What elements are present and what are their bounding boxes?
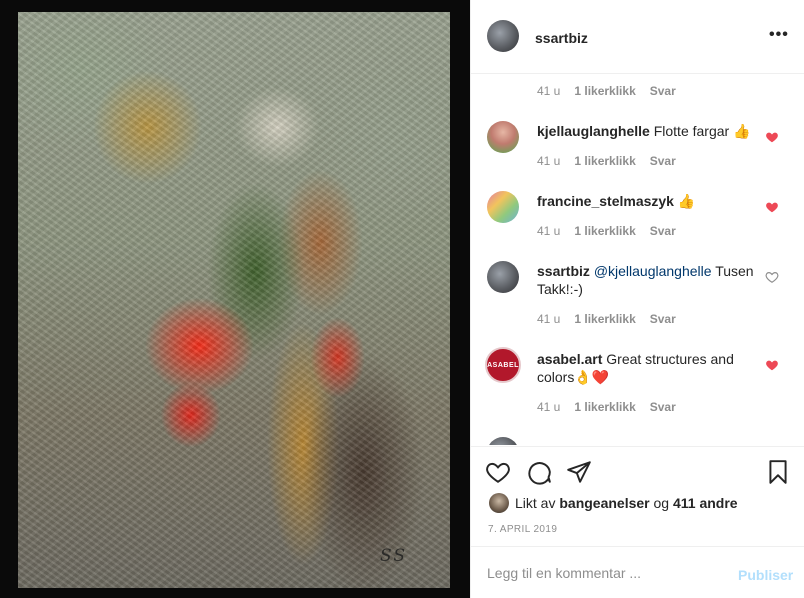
post-actions: Likt av bangeanelser og 411 andre 7. APR… bbox=[471, 446, 804, 546]
like-heart-icon[interactable] bbox=[485, 459, 511, 485]
comment-time[interactable]: 41 u bbox=[537, 154, 560, 168]
commenter-username[interactable]: francine_stelmaszyk bbox=[537, 193, 674, 209]
comment-time[interactable]: 41 u bbox=[537, 84, 560, 98]
comment-meta: 41 u 1 likerklikk Svar bbox=[537, 312, 676, 326]
post-header: ssartbiz ••• bbox=[471, 0, 804, 74]
comment-meta: 41 u 1 likerklikk Svar bbox=[537, 224, 676, 238]
commenter-username[interactable]: ssartbiz bbox=[537, 263, 590, 279]
author-username[interactable]: ssartbiz bbox=[535, 30, 588, 46]
commenter-avatar[interactable]: ASABEL bbox=[485, 347, 521, 383]
commenter-avatar[interactable] bbox=[487, 261, 519, 293]
avatar-logo-text: ASABEL bbox=[487, 361, 519, 369]
commenter-avatar[interactable] bbox=[487, 121, 519, 153]
author-avatar[interactable] bbox=[487, 20, 519, 52]
reply-button[interactable]: Svar bbox=[650, 400, 676, 414]
heart-icon[interactable] bbox=[765, 358, 779, 372]
bookmark-icon[interactable] bbox=[765, 459, 791, 485]
comment-body: 👍 bbox=[677, 193, 696, 209]
commenter-avatar[interactable] bbox=[487, 437, 519, 445]
comment-meta: 41 u 1 likerklikk Svar bbox=[537, 154, 676, 168]
liker-avatar[interactable] bbox=[489, 493, 509, 513]
post-image[interactable]: SS bbox=[0, 0, 470, 598]
painting bbox=[18, 12, 450, 588]
commenter-username[interactable]: asabel.art bbox=[537, 351, 602, 367]
likes-others-link[interactable]: 411 andre bbox=[673, 495, 738, 511]
comment-meta: 41 u 1 likerklikk Svar bbox=[537, 400, 676, 414]
comment-text: ssartbiz @kjellauglanghelle Tusen Takk!:… bbox=[537, 262, 757, 298]
heart-outline-icon[interactable] bbox=[765, 270, 779, 284]
painting-signature: SS bbox=[380, 546, 407, 566]
comment-meta: 41 u 1 likerklikk Svar bbox=[537, 84, 676, 98]
commenter-username[interactable]: kjellauglanghelle bbox=[537, 123, 650, 139]
reply-button[interactable]: Svar bbox=[650, 224, 676, 238]
likes-joiner: og bbox=[653, 495, 670, 511]
likes-prefix: Likt av bbox=[515, 495, 556, 511]
comment-likes[interactable]: 1 likerklikk bbox=[574, 84, 635, 98]
comment-body: Flotte fargar 👍 bbox=[653, 123, 751, 139]
share-send-icon[interactable] bbox=[566, 459, 592, 485]
comment-text: kjellauglanghelle Flotte fargar 👍 bbox=[537, 122, 757, 140]
post-sidebar: ssartbiz ••• 41 u 1 likerklikk Svar kjella… bbox=[470, 0, 804, 598]
comments-list[interactable]: 41 u 1 likerklikk Svar kjellauglanghelle F… bbox=[471, 75, 804, 445]
add-comment-form: Publiser bbox=[471, 546, 804, 598]
more-options-icon[interactable]: ••• bbox=[769, 26, 789, 44]
reply-button[interactable]: Svar bbox=[650, 312, 676, 326]
comment-time[interactable]: 41 u bbox=[537, 224, 560, 238]
reply-button[interactable]: Svar bbox=[650, 84, 676, 98]
liker-username[interactable]: bangeanelser bbox=[559, 495, 649, 511]
heart-icon[interactable] bbox=[765, 200, 779, 214]
comment-bubble-icon[interactable] bbox=[526, 459, 552, 485]
heart-icon[interactable] bbox=[765, 130, 779, 144]
comment-text: asabel.art Great structures and colors👌❤… bbox=[537, 350, 757, 386]
comment-time[interactable]: 41 u bbox=[537, 400, 560, 414]
publish-button[interactable]: Publiser bbox=[738, 567, 793, 583]
comment-time[interactable]: 41 u bbox=[537, 312, 560, 326]
comment-mention[interactable]: @kjellauglanghelle bbox=[594, 263, 712, 279]
post-date[interactable]: 7. APRIL 2019 bbox=[488, 524, 557, 535]
likes-summary: Likt av bangeanelser og 411 andre bbox=[489, 493, 738, 513]
comment-likes[interactable]: 1 likerklikk bbox=[574, 154, 635, 168]
comment-text: francine_stelmaszyk 👍 bbox=[537, 192, 757, 210]
comment-likes[interactable]: 1 likerklikk bbox=[574, 312, 635, 326]
comment-likes[interactable]: 1 likerklikk bbox=[574, 224, 635, 238]
reply-button[interactable]: Svar bbox=[650, 154, 676, 168]
comment-input[interactable] bbox=[487, 547, 727, 598]
comment-likes[interactable]: 1 likerklikk bbox=[574, 400, 635, 414]
commenter-avatar[interactable] bbox=[487, 191, 519, 223]
